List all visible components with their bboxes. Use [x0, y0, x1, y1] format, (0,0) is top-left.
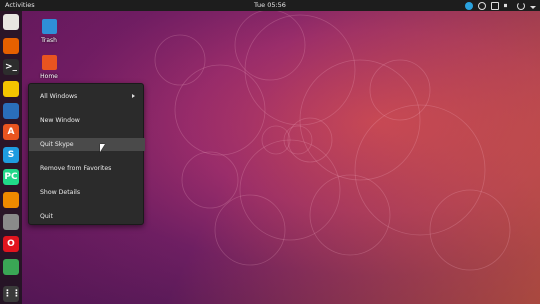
network-icon[interactable] [491, 1, 499, 10]
show-applications-icon: ⋮⋮ [3, 289, 21, 299]
dock-item-opera[interactable]: O [3, 236, 19, 252]
menu-item-label: Quit [40, 213, 53, 220]
opera-icon: O [7, 239, 15, 249]
chevron-down-icon[interactable] [530, 5, 536, 9]
menu-item-remove-from-favorites[interactable]: Remove from Favorites [29, 162, 145, 175]
dock-item-software[interactable]: A [3, 124, 19, 140]
menu-item-label: New Window [40, 117, 80, 124]
libreoffice-writer-icon [3, 103, 19, 119]
dock-item-terminal[interactable]: >_ [3, 59, 19, 75]
dock-item-skype[interactable]: S [3, 147, 19, 163]
dock-item-firefox[interactable] [3, 38, 19, 54]
vlc-icon [3, 192, 19, 208]
menu-item-quit-skype[interactable]: Quit Skype [29, 138, 145, 151]
home-folder-icon [41, 55, 57, 70]
menu-item-label: Remove from Favorites [40, 165, 112, 172]
dock-item-pycharm[interactable]: PC [3, 169, 19, 185]
mouse-pointer-icon [100, 144, 105, 152]
menu-item-all-windows[interactable]: All Windows [29, 90, 145, 103]
desktop-icon-label: Trash [41, 37, 57, 44]
dock-item-show-applications[interactable]: ⋮⋮ [3, 286, 21, 302]
app-icon [3, 259, 19, 275]
dock-item-app[interactable] [3, 259, 19, 275]
clock[interactable]: Tue 05:56 [0, 0, 540, 11]
menu-item-show-details[interactable]: Show Details [29, 186, 145, 199]
trash-icon [41, 19, 57, 34]
firefox-icon [3, 38, 19, 54]
accessibility-icon[interactable] [478, 1, 486, 10]
pycharm-icon: PC [4, 172, 18, 182]
dock-item-rhythmbox[interactable] [3, 81, 19, 97]
settings-icon [3, 214, 19, 230]
terminal-icon: >_ [4, 62, 18, 72]
menu-item-quit[interactable]: Quit [29, 210, 145, 223]
top-bar: Activities Tue 05:56 [0, 0, 540, 11]
dock-item-libreoffice-writer[interactable] [3, 103, 19, 119]
power-icon[interactable] [517, 1, 525, 10]
skype-tray-icon[interactable] [465, 1, 473, 10]
desktop-icon-home[interactable]: Home [34, 55, 64, 80]
desktop-icon-label: Home [40, 73, 58, 80]
menu-item-label: All Windows [40, 93, 78, 100]
rhythmbox-icon [3, 81, 19, 97]
dock: >_ A S PC O ⋮⋮ [0, 11, 22, 304]
volume-icon[interactable] [504, 1, 512, 10]
dock-item-settings[interactable] [3, 214, 19, 230]
software-icon: A [7, 127, 15, 137]
desktop-icon-trash[interactable]: Trash [34, 19, 64, 44]
dock-context-menu: All Windows New Window Quit Skype Remove fr… [28, 83, 145, 225]
menu-item-label: Quit Skype [40, 141, 74, 148]
files-icon [3, 14, 19, 30]
menu-item-label: Show Details [40, 189, 81, 196]
dock-item-files[interactable] [3, 14, 19, 30]
menu-item-new-window[interactable]: New Window [29, 114, 145, 127]
chevron-right-icon [132, 94, 135, 98]
dock-item-vlc[interactable] [3, 192, 19, 208]
skype-icon: S [7, 150, 15, 160]
system-tray[interactable] [465, 1, 536, 10]
